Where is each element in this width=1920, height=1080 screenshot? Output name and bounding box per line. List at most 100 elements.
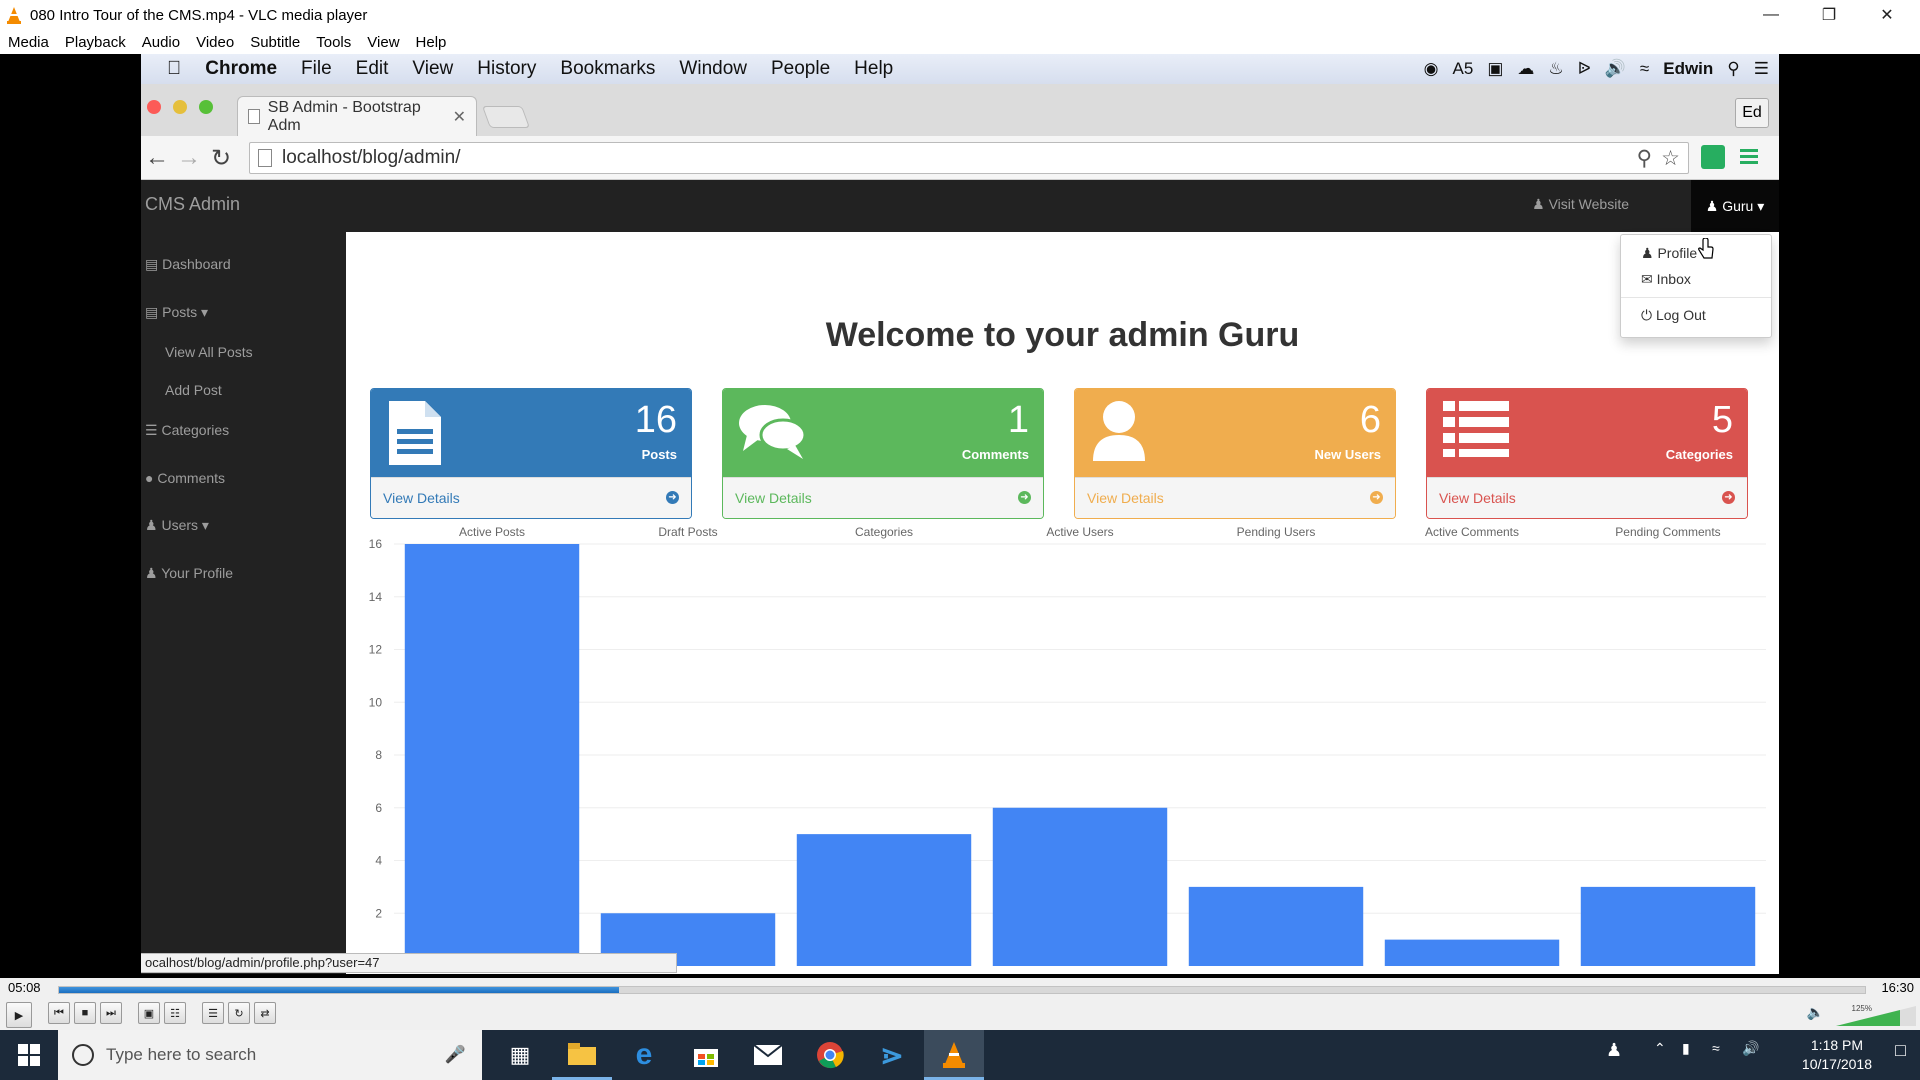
mac-app-name[interactable]: Chrome <box>193 58 289 80</box>
categories-view-details[interactable]: View Details ➜ <box>1427 477 1747 518</box>
sidebar-item-users[interactable]: ♟ Users ▾ <box>145 517 209 534</box>
chrome-menu-icon[interactable] <box>1737 145 1761 169</box>
shuffle-button[interactable]: ⇄ <box>254 1002 276 1024</box>
chart-bar[interactable] <box>796 834 972 966</box>
battery-icon[interactable]: ▮ <box>1682 1040 1690 1057</box>
notification-center-icon[interactable]: ☰ <box>1754 59 1769 79</box>
taskbar-search-box[interactable]: Type here to search 🎤 <box>58 1030 482 1080</box>
dropdown-item-profile[interactable]: ♟ Profile <box>1641 245 1697 262</box>
action-center-icon[interactable]: □ <box>1895 1040 1906 1061</box>
menu-playback[interactable]: Playback <box>57 34 134 51</box>
browser-tab[interactable]: SB Admin - Bootstrap Adm ✕ <box>237 96 477 136</box>
page-info-icon[interactable] <box>258 149 272 167</box>
comments-view-details[interactable]: View Details ➜ <box>723 477 1043 518</box>
wifi-icon[interactable]: ≈ <box>1640 59 1649 79</box>
file-explorer-icon[interactable] <box>552 1030 612 1080</box>
seek-bar[interactable] <box>58 986 1866 994</box>
restore-button[interactable]: ❐ <box>1800 0 1858 30</box>
zoom-window-icon[interactable] <box>199 100 213 114</box>
menu-media[interactable]: Media <box>0 34 57 51</box>
network-icon[interactable]: ≈ <box>1712 1040 1720 1056</box>
sidebar-item-dashboard[interactable]: ▤ Dashboard <box>145 256 231 273</box>
visit-website-link[interactable]: ♟ Visit Website <box>1532 196 1629 213</box>
tab-close-icon[interactable]: ✕ <box>453 107 466 127</box>
dropdown-item-logout[interactable]: ⏻ Log Out <box>1641 307 1706 324</box>
close-window-icon[interactable] <box>147 100 161 114</box>
menu-view[interactable]: View <box>359 34 407 51</box>
sidebar-item-posts[interactable]: ▤ Posts ▾ <box>145 304 208 321</box>
bookmark-star-icon[interactable]: ☆ <box>1661 146 1680 171</box>
menu-tools[interactable]: Tools <box>308 34 359 51</box>
play-button[interactable]: ▶ <box>6 1002 32 1028</box>
mac-menu-window[interactable]: Window <box>667 58 759 80</box>
vscode-icon[interactable]: ⋗ <box>862 1030 922 1080</box>
bell-icon[interactable]: ♨ <box>1548 59 1563 79</box>
menu-subtitle[interactable]: Subtitle <box>242 34 308 51</box>
new-tab-button[interactable] <box>481 106 531 128</box>
store-icon[interactable] <box>676 1030 736 1080</box>
apple-icon[interactable]:  <box>141 58 193 80</box>
mac-menu-history[interactable]: History <box>465 58 548 80</box>
sidebar-item-categories[interactable]: ☰ Categories <box>145 422 229 439</box>
mac-menu-help[interactable]: Help <box>842 58 905 80</box>
reload-icon[interactable]: ↻ <box>211 144 231 173</box>
task-view-icon[interactable]: ▦ <box>490 1030 550 1080</box>
chrome-icon[interactable] <box>800 1030 860 1080</box>
minimize-window-icon[interactable] <box>173 100 187 114</box>
users-view-details[interactable]: View Details ➜ <box>1075 477 1395 518</box>
extension-icon[interactable] <box>1701 145 1725 169</box>
mac-menu-bookmarks[interactable]: Bookmarks <box>548 58 667 80</box>
start-button[interactable] <box>0 1030 58 1080</box>
sidebar-item-comments[interactable]: ● Comments <box>145 470 225 486</box>
profile-button[interactable]: Ed <box>1735 98 1769 128</box>
chart-bar[interactable] <box>992 807 1168 966</box>
back-icon[interactable]: ← <box>145 144 169 172</box>
menu-audio[interactable]: Audio <box>134 34 188 51</box>
chart-bar[interactable] <box>1188 886 1364 966</box>
volume-tray-icon[interactable]: 🔊 <box>1742 1040 1759 1057</box>
mail-icon[interactable] <box>738 1030 798 1080</box>
sidebar-item-add-post[interactable]: Add Post <box>165 382 222 398</box>
show-hidden-icons-icon[interactable]: ⌃ <box>1654 1040 1666 1057</box>
extended-settings-button[interactable]: ☷ <box>164 1002 186 1024</box>
user-menu-toggle[interactable]: ♟ Guru ▾ <box>1691 180 1779 232</box>
adobe-icon[interactable]: A5 <box>1453 59 1474 79</box>
mac-user-name[interactable]: Edwin <box>1663 59 1713 79</box>
taskbar-clock[interactable]: 1:18 PM 10/17/2018 <box>1802 1036 1872 1074</box>
zoom-icon[interactable]: ⚲ <box>1637 146 1652 171</box>
record-icon[interactable]: ◉ <box>1424 59 1439 79</box>
mac-menu-view[interactable]: View <box>400 58 465 80</box>
sidebar-item-your-profile[interactable]: ♟ Your Profile <box>145 565 233 582</box>
loop-button[interactable]: ↻ <box>228 1002 250 1024</box>
stop-button[interactable]: ■ <box>74 1002 96 1024</box>
menu-video[interactable]: Video <box>188 34 242 51</box>
mac-menu-file[interactable]: File <box>289 58 344 80</box>
chart-bar[interactable] <box>1384 939 1560 966</box>
next-button[interactable]: ⏭ <box>100 1002 122 1024</box>
mac-menu-people[interactable]: People <box>759 58 842 80</box>
vlc-taskbar-icon[interactable] <box>924 1030 984 1080</box>
speaker-icon[interactable]: 🔈 <box>1807 1004 1824 1021</box>
fullscreen-button[interactable]: ▣ <box>138 1002 160 1024</box>
minimize-button[interactable]: — <box>1742 0 1800 30</box>
previous-button[interactable]: ⏮ <box>48 1002 70 1024</box>
close-button[interactable]: ✕ <box>1858 0 1916 30</box>
cms-brand[interactable]: CMS Admin <box>145 194 240 215</box>
people-icon[interactable]: ♟ <box>1606 1040 1622 1061</box>
cloud-icon[interactable]: ☁ <box>1517 59 1534 79</box>
chart-bar[interactable] <box>1580 886 1756 966</box>
spotlight-icon[interactable]: ⚲ <box>1727 59 1739 79</box>
volume-icon[interactable]: 🔊 <box>1605 59 1626 79</box>
playlist-button[interactable]: ☰ <box>202 1002 224 1024</box>
mac-menu-edit[interactable]: Edit <box>344 58 401 80</box>
screen-icon[interactable]: ▣ <box>1487 59 1503 79</box>
forward-icon[interactable]: → <box>177 144 201 172</box>
dropdown-item-inbox[interactable]: ✉ Inbox <box>1641 271 1691 288</box>
address-bar[interactable]: localhost/blog/admin/ ⚲ ☆ <box>249 142 1689 174</box>
bluetooth-icon[interactable]: ᐉ <box>1578 59 1591 79</box>
microphone-icon[interactable]: 🎤 <box>445 1045 466 1065</box>
menu-help[interactable]: Help <box>408 34 455 51</box>
volume-slider[interactable] <box>1836 1006 1916 1026</box>
sidebar-item-view-all-posts[interactable]: View All Posts <box>165 344 253 360</box>
edge-icon[interactable]: e <box>614 1030 674 1080</box>
